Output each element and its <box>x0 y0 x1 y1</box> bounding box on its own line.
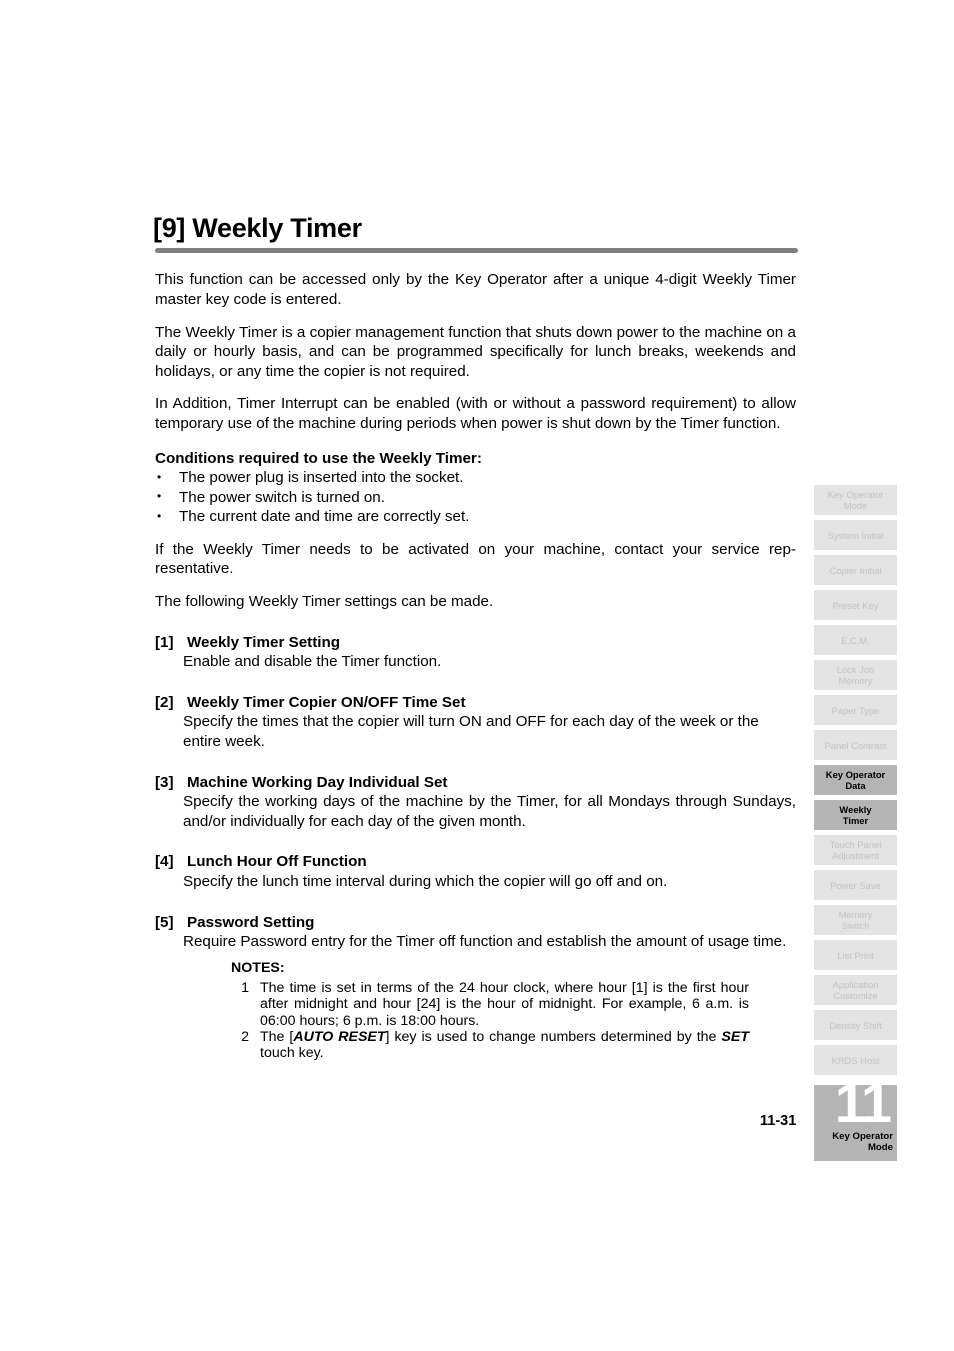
setting-tag-1: [1] <box>155 633 174 651</box>
page-title: [9] Weekly Timer <box>153 213 362 243</box>
notes-text-2-middle: ] key is used to change numbers determin… <box>385 1029 722 1045</box>
setting-section-5: [5] Password Setting Require Password ent… <box>155 913 796 952</box>
notes-list: 1 The time is set in terms of the 24 hour… <box>231 980 749 1062</box>
notes-text-2-after: touch key. <box>260 1045 324 1062</box>
tab-key-operator-mode[interactable]: Key Operator Mode <box>814 485 897 515</box>
tab-preset-key[interactable]: Preset Key <box>814 590 897 620</box>
conditions-list: The power plug is inserted into the sock… <box>155 468 796 527</box>
setting-heading-5: [5] Password Setting <box>155 913 796 933</box>
setting-heading-3: [3] Machine Working Day Individual Set <box>155 773 796 793</box>
setting-body-2: Specify the times that the copier will t… <box>183 713 759 751</box>
setting-body-3: Specify the working days of the machine … <box>183 793 796 830</box>
page-content: [9] Weekly Timer This function can be ac… <box>153 213 798 1062</box>
notes-number-1: 1 <box>241 979 249 996</box>
setting-body-1: Enable and disable the Timer function. <box>183 653 442 671</box>
title-underline-rule <box>155 248 798 254</box>
setting-title-1: Weekly Timer Setting <box>187 633 341 651</box>
setting-title-3: Machine Working Day Individual Set <box>187 773 448 791</box>
setting-tag-3: [3] <box>155 773 174 791</box>
tab-paper-type[interactable]: Paper Type <box>814 695 897 725</box>
intro-paragraph-2: The Weekly Timer is a copier management … <box>155 323 796 380</box>
tab-power-save[interactable]: Power Save <box>814 870 897 900</box>
chapter-number: 11 <box>834 1085 892 1134</box>
tab-rail: Key Operator Mode System Initial Copier … <box>814 485 897 1080</box>
tab-memory-switch[interactable]: Memory Switch <box>814 905 897 935</box>
setting-section-2: [2] Weekly Timer Copier ON/OFF Time Set S… <box>155 693 796 752</box>
tab-panel-contrast[interactable]: Panel Contrast <box>814 730 897 760</box>
setting-heading-2: [2] Weekly Timer Copier ON/OFF Time Set <box>155 693 796 713</box>
notes-item-1: 1 The time is set in terms of the 24 hour… <box>231 980 749 1029</box>
page-number: 11-31 <box>760 1113 797 1129</box>
setting-section-1: [1] Weekly Timer Setting Enable and disab… <box>155 633 796 672</box>
setting-body-5: Require Password entry for the Timer off… <box>183 933 787 951</box>
setting-title-4: Lunch Hour Off Function <box>187 853 367 871</box>
notes-text-2-before: The [ <box>260 1029 294 1045</box>
list-item: The current date and time are correctly … <box>155 507 796 527</box>
tab-copier-initial[interactable]: Copier Initial <box>814 555 897 585</box>
chapter-marker: 11 Key Operator Mode <box>814 1085 897 1161</box>
notes-heading: NOTES: <box>231 959 285 976</box>
tab-application-customize[interactable]: Application Customize <box>814 975 897 1005</box>
list-item: The power plug is inserted into the sock… <box>155 468 796 488</box>
notes-text-1: The time is set in terms of the 24 hour … <box>260 979 749 1029</box>
setting-section-3: [3] Machine Working Day Individual Set Sp… <box>155 773 796 832</box>
setting-heading-1: [1] Weekly Timer Setting <box>155 633 796 653</box>
setting-tag-2: [2] <box>155 693 174 711</box>
tab-key-operator-data[interactable]: Key Operator Data <box>814 765 897 795</box>
setting-tag-5: [5] <box>155 913 174 931</box>
notes-emphasis-set: SET <box>721 1029 749 1045</box>
settings-intro-paragraph: The following Weekly Timer settings can … <box>155 593 494 611</box>
tab-list-print[interactable]: List Print <box>814 940 897 970</box>
notes-emphasis-auto-reset: AUTO RESET <box>293 1029 386 1045</box>
tab-touch-panel-adjustment[interactable]: Touch Panel Adjustment <box>814 835 897 865</box>
setting-heading-4: [4] Lunch Hour Off Function <box>155 852 796 872</box>
service-rep-paragraph: If the Weekly Timer needs to be activate… <box>155 540 796 578</box>
conditions-block: Conditions required to use the Weekly Ti… <box>155 449 796 527</box>
setting-section-4: [4] Lunch Hour Off Function Specify the l… <box>155 852 796 891</box>
tab-lock-job-memory[interactable]: Lock Job Memory <box>814 660 897 690</box>
notes-number-2: 2 <box>241 1029 249 1045</box>
setting-title-2: Weekly Timer Copier ON/OFF Time Set <box>187 693 466 711</box>
tab-krds-host[interactable]: KRDS Host <box>814 1045 897 1075</box>
setting-tag-4: [4] <box>155 853 174 871</box>
tab-system-initial[interactable]: System Initial <box>814 520 897 550</box>
intro-paragraph-3: In Addition, Timer Interrupt can be enab… <box>155 395 796 432</box>
tab-ecm[interactable]: E.C.M. <box>814 625 897 655</box>
chapter-label: Key Operator Mode <box>832 1131 893 1154</box>
notes-item-2: 2 The [AUTO RESET] key is used to change … <box>231 1029 749 1062</box>
tab-density-shift[interactable]: Density Shift <box>814 1010 897 1040</box>
conditions-heading: Conditions required to use the Weekly Ti… <box>155 449 482 467</box>
setting-body-4: Specify the lunch time interval during w… <box>183 873 668 890</box>
list-item: The power switch is turned on. <box>155 487 796 508</box>
notes-block: NOTES: 1 The time is set in terms of the … <box>231 960 749 1062</box>
setting-title-5: Password Setting <box>187 913 315 931</box>
tab-weekly-timer[interactable]: Weekly Timer <box>814 800 897 830</box>
intro-paragraph-1: This function can be accessed only by th… <box>155 271 796 308</box>
